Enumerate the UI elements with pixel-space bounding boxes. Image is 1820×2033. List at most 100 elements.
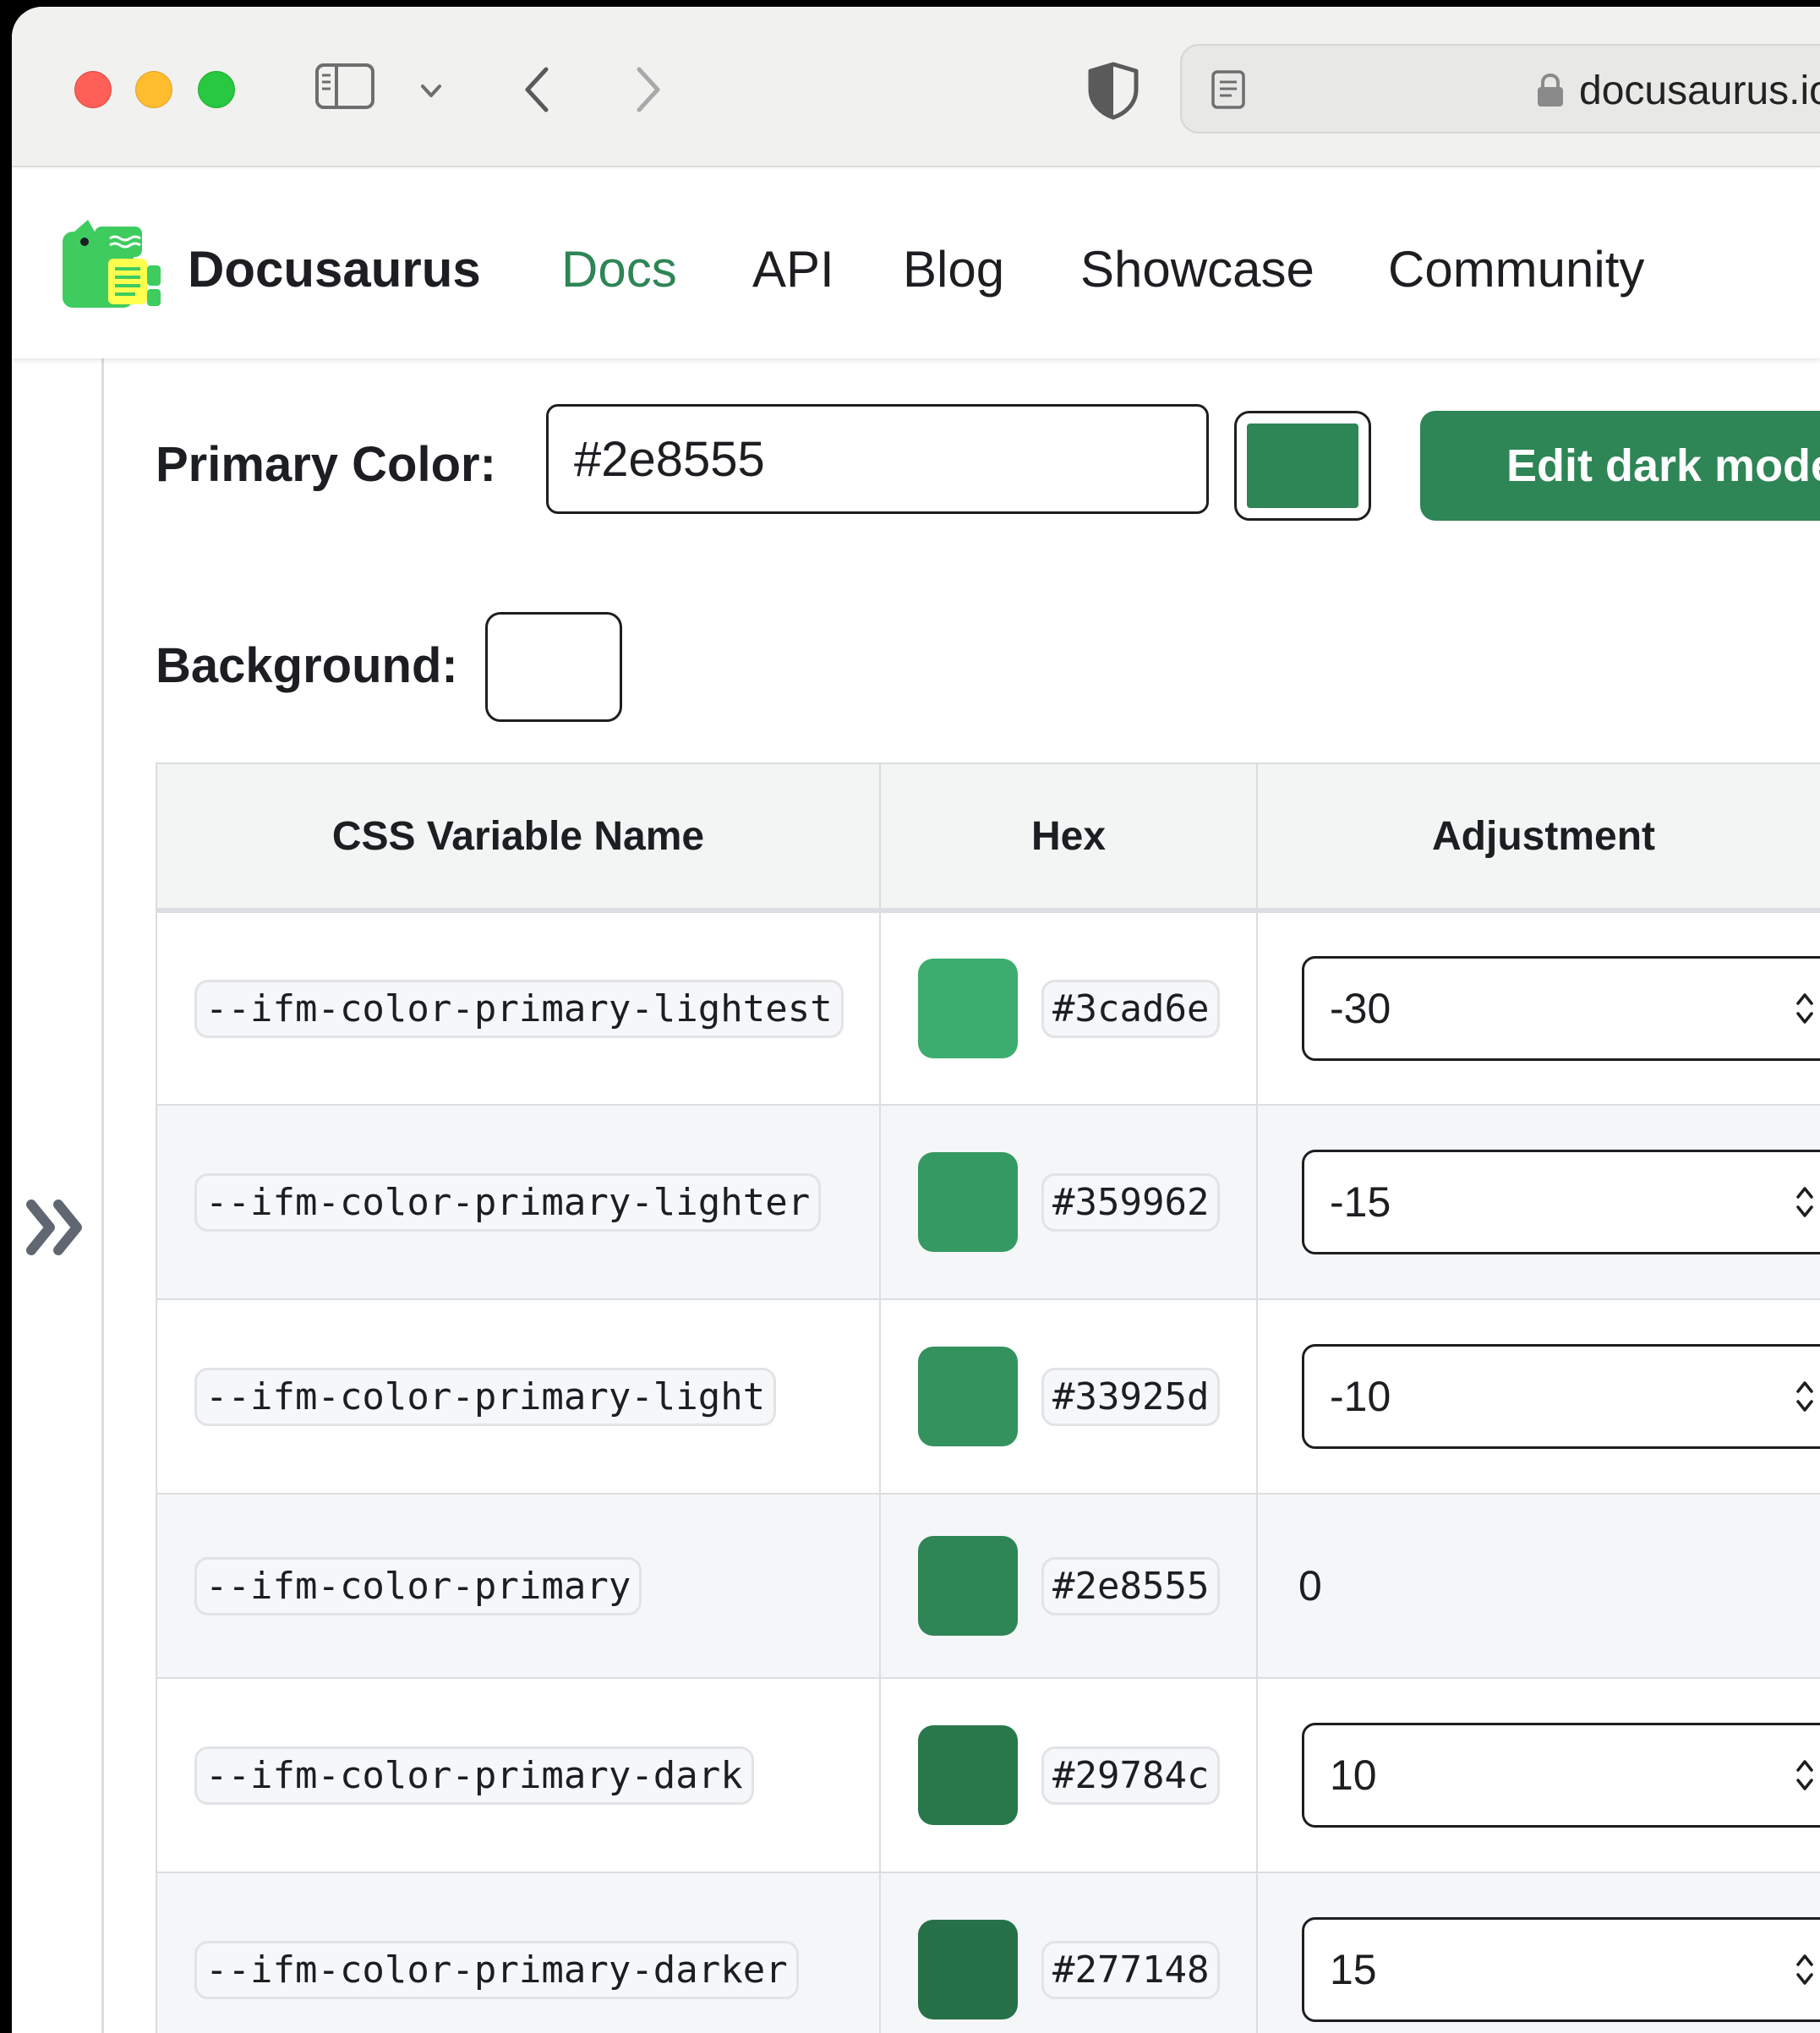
cell-hex: #29784c <box>879 1677 1258 1873</box>
cell-variable-name: --ifm-color-primary-dark <box>156 1677 881 1873</box>
primary-color-label: Primary Color: <box>156 437 496 492</box>
adjustment-field <box>1302 956 1820 1061</box>
css-variable-code: --ifm-color-primary-dark <box>194 1746 754 1805</box>
cell-adjustment <box>1256 1872 1820 2033</box>
hex-code: #2e8555 <box>1041 1556 1221 1615</box>
table-body: --ifm-color-primary-lightest#3cad6e--ifm… <box>156 910 1820 2033</box>
site-navbar: Docusaurus Docs API Blog Showcase Commun… <box>12 169 1820 358</box>
stepper-icon[interactable] <box>1792 1373 1817 1420</box>
adjustment-input[interactable] <box>1302 1917 1820 2022</box>
browser-toolbar: docusaurus.io <box>12 7 1820 167</box>
cell-adjustment <box>1256 1298 1820 1495</box>
color-swatch <box>918 959 1018 1058</box>
header-hex: Hex <box>879 762 1258 913</box>
adjustment-input[interactable] <box>1302 956 1820 1061</box>
cell-variable-name: --ifm-color-primary <box>156 1493 881 1679</box>
maximize-window-button[interactable] <box>198 71 235 108</box>
css-variable-code: --ifm-color-primary-darker <box>194 1940 799 1999</box>
cell-hex: #3cad6e <box>879 910 1258 1106</box>
nav-link-community[interactable]: Community <box>1388 240 1644 298</box>
cell-variable-name: --ifm-color-primary-light <box>156 1298 881 1495</box>
hex-cell-content: #3cad6e <box>881 959 1256 1058</box>
nav-link-showcase[interactable]: Showcase <box>1080 240 1314 298</box>
adjustment-field <box>1302 1344 1820 1449</box>
background-label: Background: <box>156 638 458 693</box>
minimize-window-button[interactable] <box>135 71 172 108</box>
hex-cell-content: #277148 <box>881 1920 1256 2019</box>
hex-code: #359962 <box>1041 1172 1221 1232</box>
cell-hex: #277148 <box>879 1872 1258 2033</box>
table-row: --ifm-color-primary #2e8555 0 <box>156 1493 1820 1679</box>
table-row: --ifm-color-primary-lighter #359962 <box>156 1104 1820 1300</box>
header-css-variable-name: CSS Variable Name <box>156 762 881 913</box>
sidebar-icon[interactable] <box>314 63 375 110</box>
address-bar[interactable]: docusaurus.io <box>1180 44 1820 134</box>
primary-color-input[interactable] <box>546 404 1209 514</box>
table-row: --ifm-color-primary-lightest #3cad6e <box>156 910 1820 1106</box>
cell-hex: #359962 <box>879 1104 1258 1300</box>
site-brand[interactable]: Docusaurus <box>188 240 481 298</box>
css-variable-code: --ifm-color-primary-lightest <box>194 979 844 1038</box>
reader-icon[interactable] <box>1211 69 1246 110</box>
hex-code: #277148 <box>1041 1940 1221 1999</box>
css-variable-code: --ifm-color-primary <box>194 1556 642 1615</box>
chevron-down-icon[interactable] <box>414 76 448 107</box>
table-row: --ifm-color-primary-darker #277148 <box>156 1872 1820 2033</box>
header-adjustment: Adjustment <box>1256 762 1820 913</box>
cell-hex: #33925d <box>879 1298 1258 1495</box>
cell-variable-name: --ifm-color-primary-lightest <box>156 910 881 1106</box>
adjustment-value: 0 <box>1298 1562 1322 1609</box>
background-color-picker[interactable] <box>485 612 622 722</box>
adjustment-field <box>1302 1723 1820 1828</box>
cell-adjustment <box>1256 1104 1820 1300</box>
expand-sidebar-icon[interactable] <box>22 1194 95 1261</box>
stepper-icon[interactable] <box>1792 1178 1817 1226</box>
docusaurus-logo[interactable] <box>63 220 162 309</box>
close-window-button[interactable] <box>74 71 112 108</box>
color-swatch <box>918 1152 1018 1252</box>
color-swatch <box>918 1920 1018 2019</box>
stepper-icon[interactable] <box>1792 1752 1817 1799</box>
nav-link-api[interactable]: API <box>752 240 834 298</box>
css-variable-code: --ifm-color-primary-lighter <box>194 1172 822 1232</box>
browser-window: docusaurus.io Docusaurus Docs API Blog S… <box>12 7 1820 2033</box>
cell-adjustment <box>1256 1677 1820 1873</box>
table-row: --ifm-color-primary-dark #29784c <box>156 1677 1820 1873</box>
adjustment-input[interactable] <box>1302 1344 1820 1449</box>
table-header-row: CSS Variable Name Hex Adjustment <box>156 762 1820 913</box>
lock-icon <box>1535 73 1566 108</box>
stepper-icon[interactable] <box>1792 1946 1817 1993</box>
cell-variable-name: --ifm-color-primary-lighter <box>156 1104 881 1300</box>
hex-code: #33925d <box>1041 1367 1221 1426</box>
cell-adjustment: 0 <box>1256 1493 1820 1679</box>
edit-dark-mode-button[interactable]: Edit dark mode <box>1420 411 1820 521</box>
hex-cell-content: #359962 <box>881 1152 1256 1252</box>
color-swatch <box>918 1536 1018 1636</box>
color-variables-table: CSS Variable Name Hex Adjustment --ifm-c… <box>156 762 1820 2033</box>
primary-color-picker[interactable] <box>1234 411 1371 521</box>
nav-link-blog[interactable]: Blog <box>903 240 1004 298</box>
nav-link-docs[interactable]: Docs <box>561 240 677 298</box>
adjustment-field <box>1302 1917 1820 2022</box>
color-swatch <box>918 1347 1018 1446</box>
cell-variable-name: --ifm-color-primary-darker <box>156 1872 881 2033</box>
url-text: docusaurus.io <box>1579 68 1820 113</box>
color-swatch <box>918 1725 1018 1825</box>
stepper-icon[interactable] <box>1792 985 1817 1032</box>
shield-icon[interactable] <box>1085 61 1141 120</box>
forward-icon[interactable] <box>626 63 668 117</box>
hex-cell-content: #2e8555 <box>881 1536 1256 1636</box>
hex-cell-content: #29784c <box>881 1725 1256 1825</box>
css-variable-code: --ifm-color-primary-light <box>194 1367 777 1426</box>
adjustment-field <box>1302 1150 1820 1254</box>
hex-cell-content: #33925d <box>881 1347 1256 1446</box>
cell-hex: #2e8555 <box>879 1493 1258 1679</box>
hex-code: #29784c <box>1041 1746 1221 1805</box>
primary-color-swatch <box>1247 424 1358 508</box>
adjustment-input[interactable] <box>1302 1723 1820 1828</box>
hex-code: #3cad6e <box>1041 979 1221 1038</box>
adjustment-input[interactable] <box>1302 1150 1820 1254</box>
sidebar-divider <box>101 358 104 2033</box>
back-icon[interactable] <box>517 63 560 117</box>
table-row: --ifm-color-primary-light #33925d <box>156 1298 1820 1495</box>
